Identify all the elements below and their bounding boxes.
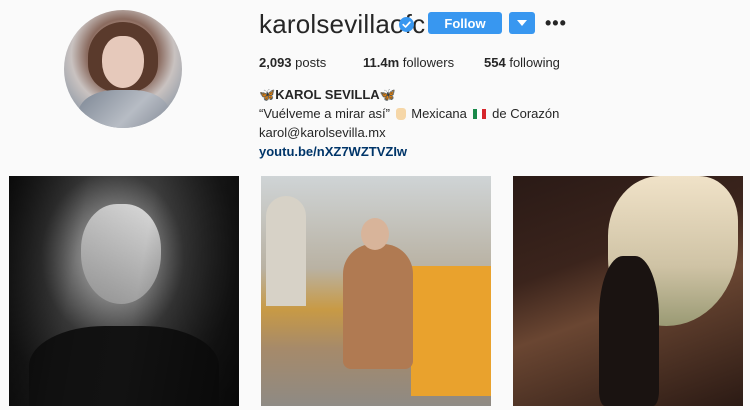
posts-stat: 2,093 posts	[259, 55, 326, 70]
photo-arch	[266, 196, 306, 306]
suggested-dropdown-button[interactable]	[509, 12, 535, 34]
bio-mexicana: Mexicana	[411, 106, 467, 121]
more-options-icon[interactable]: •••	[545, 13, 567, 34]
post-thumbnail[interactable]	[513, 176, 743, 406]
profile-avatar[interactable]	[64, 10, 182, 128]
mexico-flag-icon	[472, 107, 487, 119]
chevron-down-icon	[517, 20, 527, 26]
post-thumbnail[interactable]	[9, 176, 239, 406]
bio-full-name: 🦋KAROL SEVILLA🦋	[259, 87, 396, 103]
posts-count: 2,093	[259, 55, 292, 70]
butterfly-icon: 🦋	[379, 87, 396, 102]
verified-badge-icon	[399, 17, 414, 32]
following-count: 554	[484, 55, 506, 70]
following-label: following	[509, 55, 560, 70]
follow-button[interactable]: Follow	[428, 12, 502, 34]
avatar-face	[102, 36, 144, 88]
photo-wall	[411, 266, 491, 396]
followers-label: followers	[402, 55, 455, 70]
bio-text: “Vuélveme a mirar así” Mexicana de Coraz…	[259, 106, 559, 121]
photo-head	[361, 218, 389, 250]
following-stat[interactable]: 554 following	[484, 55, 560, 70]
butterfly-icon: 🦋	[259, 87, 276, 102]
photo-figure	[599, 256, 659, 406]
photo-coat	[343, 244, 413, 369]
photo-shade	[9, 176, 239, 406]
full-name-text: KAROL SEVILLA	[275, 87, 380, 102]
bio-link[interactable]: youtu.be/nXZ7WZTVZIw	[259, 144, 407, 159]
bio-quote: “Vuélveme a mirar así”	[259, 106, 390, 121]
post-thumbnail[interactable]	[261, 176, 491, 406]
bio-corazon: de Corazón	[492, 106, 560, 121]
followers-count: 11.4m	[363, 55, 400, 70]
posts-label: posts	[295, 55, 327, 70]
bio-email: karol@karolsevilla.mx	[259, 125, 386, 140]
pointing-hand-icon	[395, 108, 406, 120]
avatar-body	[78, 90, 170, 128]
followers-stat[interactable]: 11.4m followers	[363, 55, 454, 70]
